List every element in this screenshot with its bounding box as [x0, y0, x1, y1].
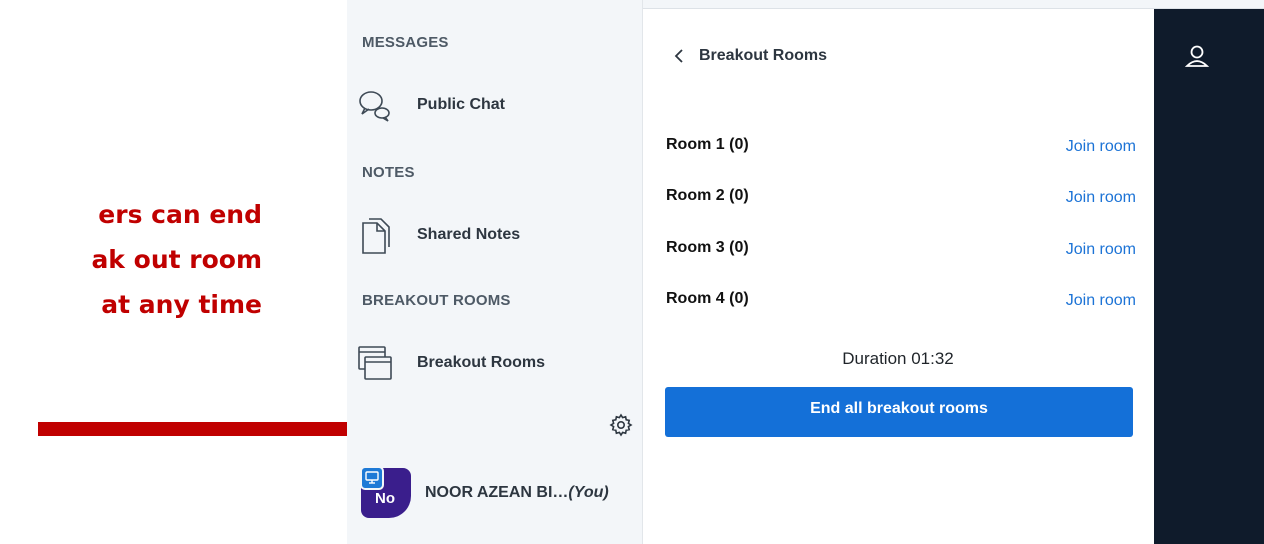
sidebar-item-breakout-rooms[interactable]: Breakout Rooms [355, 341, 635, 385]
end-all-breakout-rooms-button[interactable]: End all breakout rooms [665, 387, 1133, 437]
annotation-line-1: ers can end [98, 200, 262, 229]
user-name: NOOR AZEAN BI…(You) [425, 484, 609, 502]
user-list-item[interactable]: No NOOR AZEAN BI…(You) [360, 462, 639, 524]
duration-timer: Duration 01:32 [842, 349, 954, 368]
breakout-rooms-label: Breakout Rooms [417, 354, 546, 371]
section-title-breakout-rooms: BREAKOUT ROOMS [362, 292, 511, 309]
public-chat-label: Public Chat [417, 96, 506, 113]
join-room-link[interactable]: Join room [1066, 241, 1136, 259]
join-room-link[interactable]: Join room [1066, 292, 1136, 310]
room-row: Room 1 (0) Join room [666, 132, 1136, 162]
join-room-link[interactable]: Join room [1066, 138, 1136, 156]
presenter-icon [360, 466, 384, 490]
room-name: Room 2 (0) [666, 187, 749, 204]
sidebar-item-shared-notes[interactable]: Shared Notes [355, 213, 635, 257]
panel-title: Breakout Rooms [699, 47, 828, 64]
annotation-text: ers can end ak out room at any time [0, 192, 262, 327]
room-name: Room 4 (0) [666, 290, 749, 307]
shared-notes-label: Shared Notes [417, 226, 521, 243]
chevron-left-icon [674, 49, 683, 63]
right-dark-sidebar [1154, 9, 1264, 544]
breakout-rooms-panel: Breakout Rooms Room 1 (0) Join room Room… [643, 9, 1154, 544]
avatar: No [360, 466, 411, 518]
user-you-tag: (You) [568, 484, 609, 501]
user-icon[interactable] [1182, 42, 1212, 72]
gear-icon[interactable] [609, 413, 633, 437]
back-button[interactable]: Breakout Rooms [671, 47, 827, 65]
section-title-messages: MESSAGES [362, 34, 449, 51]
room-name: Room 3 (0) [666, 239, 749, 256]
document-icon [355, 215, 395, 255]
room-row: Room 4 (0) Join room [666, 286, 1136, 316]
chat-bubbles-icon [355, 85, 395, 125]
sidebar: MESSAGES Public Chat NOTES Shared Notes … [347, 0, 643, 544]
annotation-line-3: at any time [101, 290, 262, 319]
join-room-link[interactable]: Join room [1066, 189, 1136, 207]
room-row: Room 3 (0) Join room [666, 235, 1136, 265]
section-title-notes: NOTES [362, 164, 415, 181]
user-name-text: NOOR AZEAN BI… [425, 484, 569, 501]
room-row: Room 2 (0) Join room [666, 183, 1136, 213]
windows-icon [355, 343, 395, 383]
avatar-initials: No [375, 490, 395, 507]
annotation-line-2: ak out room [91, 245, 262, 274]
room-name: Room 1 (0) [666, 136, 749, 153]
sidebar-item-public-chat[interactable]: Public Chat [355, 83, 635, 127]
